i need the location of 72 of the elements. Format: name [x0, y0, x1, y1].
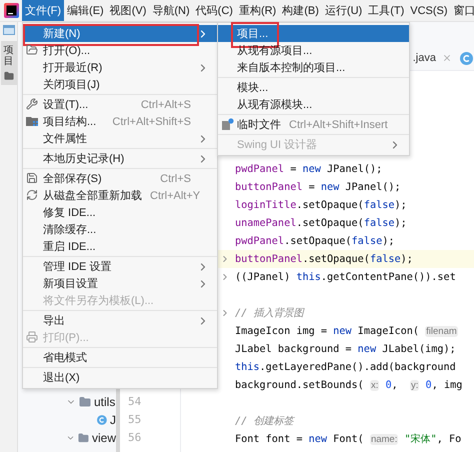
menu-item[interactable]: 打开(O)... [23, 42, 217, 59]
code-line: loginTitle.setOpaque(false); [235, 200, 407, 210]
menu-item[interactable]: 本地历史记录(H) [23, 150, 217, 167]
menu-item[interactable]: 清除缓存... [23, 221, 217, 238]
menu-item[interactable]: 打开最近(R) [23, 59, 217, 76]
menu-item[interactable]: 重启 IDE... [23, 238, 217, 255]
code-line: pwdPanel.setOpaque(false); [235, 236, 394, 246]
class-icon [97, 414, 107, 426]
menu-bar-item[interactable]: 构建(B) [279, 0, 322, 21]
wrench-icon [26, 98, 38, 110]
menu-item[interactable]: 全部保存(S) Ctrl+S [23, 170, 217, 187]
code-line: // 插入背景图 [235, 306, 304, 320]
folder-icon [78, 432, 89, 444]
code-line: buttonPanel = new JPanel(); [235, 182, 401, 192]
folder-icon [79, 396, 91, 408]
tree-item[interactable]: utils [94, 395, 116, 409]
save-icon [26, 172, 38, 184]
menu-bar-item[interactable]: 重构(R) [236, 0, 280, 21]
tree-item[interactable]: view [92, 431, 116, 445]
code-line: unamePanel.setOpaque(false); [235, 218, 407, 228]
file-icon [221, 118, 234, 131]
class-icon[interactable] [460, 52, 473, 64]
code-line: JLabel background = new JLabel(img); [235, 344, 456, 354]
menu-item[interactable]: 导出 [23, 312, 217, 329]
code-line: // 创建标签 [235, 414, 294, 428]
code-line: ((JPanel) this.getContentPane()).set [235, 272, 456, 282]
printer-icon [26, 331, 38, 343]
menu-item[interactable]: 项目... [218, 25, 409, 42]
menu-item[interactable]: 临时文件 Ctrl+Alt+Shift+Insert [218, 116, 409, 133]
folder-grid-icon [26, 115, 39, 127]
menu-item[interactable]: 设置(T)... Ctrl+Alt+S [23, 96, 217, 113]
menu-bar-item[interactable]: 视图(V) [106, 0, 150, 21]
menu-item[interactable]: 从磁盘全部重新加载 Ctrl+Alt+Y [23, 187, 217, 204]
menu-item[interactable]: 模块... [218, 79, 409, 96]
menu-item[interactable]: 关闭项目(J) [23, 76, 217, 93]
folder-icon [26, 44, 38, 56]
editor-tab[interactable]: .java [412, 46, 452, 70]
code-line: pwdPanel = new JPanel(); [235, 164, 382, 174]
menu-bar-item[interactable]: 运行(U) [322, 0, 366, 21]
line-number: 54 [128, 394, 142, 410]
window-icon[interactable] [2, 25, 14, 35]
close-icon[interactable] [442, 53, 452, 63]
tree-item[interactable]: J [110, 413, 116, 427]
project-tab[interactable]: 项目 [0, 41, 16, 85]
code-line: buttonPanel.setOpaque(false); [235, 254, 413, 264]
code-line: Font font = new Font( name: "宋体", Fo [235, 432, 462, 446]
menu-item[interactable]: 来自版本控制的项目... [218, 59, 409, 76]
logo-icon [4, 3, 18, 18]
code-line: ImageIcon img = new ImageIcon( filenam [235, 326, 458, 336]
menu-bar-item[interactable]: 代码(C) [192, 0, 236, 21]
menu-item[interactable]: 新项目设置 [23, 275, 217, 292]
menu-item[interactable]: 省电模式 [23, 349, 217, 366]
menu-item[interactable]: 项目结构... Ctrl+Alt+Shift+S [23, 113, 217, 130]
menu-item[interactable]: 新建(N) [23, 25, 217, 42]
menu-item[interactable]: 文件属性 [23, 130, 217, 147]
menu-bar-item[interactable]: 工具(T) [365, 0, 408, 21]
menu-bar-item[interactable]: VCS(S) [407, 0, 451, 21]
menu-bar-item[interactable]: 编辑(E) [64, 0, 107, 21]
menu-bar-item[interactable]: 文件(F) [22, 0, 64, 21]
line-number: 55 [128, 412, 142, 428]
code-line: background.setBounds( x: 0, y: 0, img [235, 380, 462, 390]
menu-item[interactable]: 修复 IDE... [23, 204, 217, 221]
menu-bar-item[interactable]: 窗口 [450, 0, 474, 21]
menu-item[interactable]: 退出(X) [23, 369, 217, 386]
menu-bar-item[interactable]: 导航(N) [149, 0, 193, 21]
menu-item[interactable]: 从现有源模块... [218, 96, 409, 113]
menu-item[interactable]: 从现有源项目... [218, 42, 409, 59]
refresh-icon [26, 189, 38, 201]
code-line: this.getLayeredPane().add(background [235, 362, 456, 372]
folder-icon [4, 71, 14, 81]
line-number: 56 [128, 430, 142, 446]
menu-item[interactable]: 管理 IDE 设置 [23, 258, 217, 275]
